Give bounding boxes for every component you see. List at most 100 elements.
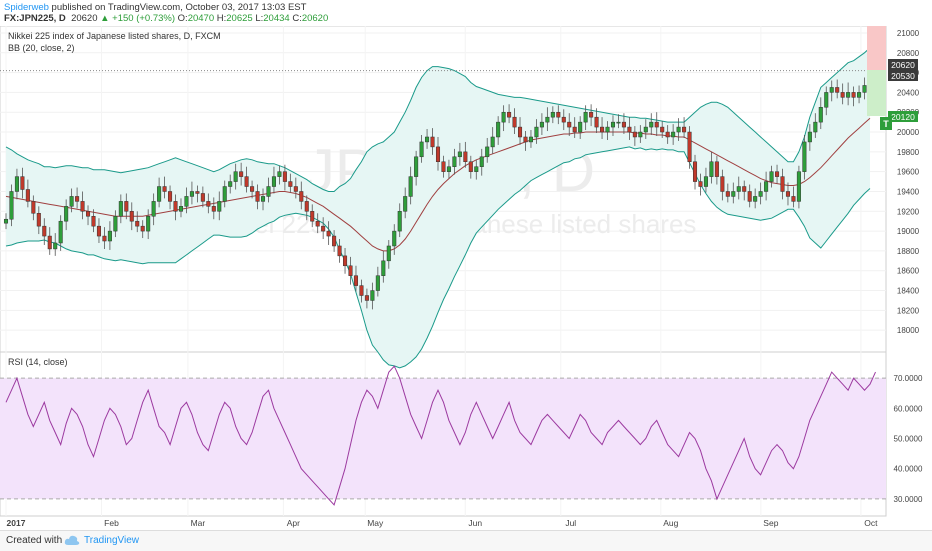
candle-body <box>403 196 408 212</box>
candle-body <box>364 295 369 301</box>
candle-body <box>31 201 36 214</box>
author-link[interactable]: Spiderweb <box>4 2 49 13</box>
candle-body <box>512 116 517 128</box>
candle-body <box>731 191 736 197</box>
candle-body <box>835 87 840 93</box>
candle-body <box>20 176 25 190</box>
candle-body <box>228 181 233 187</box>
candle-body <box>720 176 725 192</box>
candle-body <box>91 215 96 227</box>
candle-body <box>64 206 69 222</box>
candle-body <box>463 151 468 163</box>
time-tick-label: Feb <box>104 518 119 528</box>
time-axis[interactable]: 2017 Feb Mar Apr May Jun Jul Aug Sep Oct <box>7 518 879 528</box>
candle-body <box>813 121 818 133</box>
candle-body <box>3 218 9 224</box>
candle-body <box>840 92 845 98</box>
target-zone-top <box>867 26 886 70</box>
time-tick-label: 2017 <box>7 518 26 528</box>
candle-body <box>206 201 211 207</box>
price-tick-label: 18200 <box>897 306 920 315</box>
candle-body <box>96 225 101 237</box>
candle-body <box>649 121 654 128</box>
time-tick-label: Aug <box>663 518 678 528</box>
candle-body <box>69 196 74 207</box>
candle-body <box>397 211 402 232</box>
candle-body <box>457 151 462 158</box>
candle-body <box>129 211 134 222</box>
candle-body <box>485 146 490 158</box>
candle-body <box>157 186 162 202</box>
candle-body <box>643 126 648 133</box>
price-tick-label: 18400 <box>897 287 920 296</box>
candle-body <box>567 121 572 128</box>
price-tick-label: 19200 <box>897 207 920 216</box>
candle-body <box>780 176 785 192</box>
time-tick-label: Jul <box>565 518 576 528</box>
candle-body <box>113 215 118 232</box>
candle-body <box>239 171 244 177</box>
price-tick-label: 20800 <box>897 49 920 58</box>
candle-body <box>184 196 189 207</box>
candle-body <box>293 186 298 192</box>
candle-body <box>545 116 550 123</box>
last-price: 20620 <box>71 13 98 24</box>
price-tick-label: 19000 <box>897 227 920 236</box>
candle-body <box>479 156 484 167</box>
candle-body <box>425 136 430 143</box>
time-tick-label: May <box>367 518 384 528</box>
candle-body <box>310 211 315 222</box>
candle-body <box>452 156 457 167</box>
candle-body <box>102 235 107 242</box>
candle-body <box>692 161 698 182</box>
candle-body <box>107 230 112 242</box>
candle-body <box>168 191 173 202</box>
candle-body <box>414 156 419 177</box>
candle-body <box>260 196 266 202</box>
candle-body <box>343 255 348 267</box>
time-tick-label: Mar <box>191 518 206 528</box>
candle-body <box>348 265 353 276</box>
candle-body <box>703 176 708 187</box>
candle-body <box>353 275 358 286</box>
open-value: 20470 <box>187 13 215 24</box>
candle-body <box>857 92 862 98</box>
chart-canvas[interactable]: JPN225, D Nikkei 225 index of Japanese l… <box>0 26 932 530</box>
candle-body <box>271 176 276 187</box>
candle-body <box>151 201 156 217</box>
candle-body <box>124 201 129 212</box>
rsi-tick-label: 70.0000 <box>894 374 923 383</box>
candle-body <box>408 176 413 197</box>
candle-body <box>282 171 287 182</box>
candle-body <box>14 176 19 192</box>
candle-body <box>796 171 801 202</box>
candle-body <box>42 225 47 237</box>
tradingview-link[interactable]: TradingView <box>84 535 139 546</box>
candle-body <box>266 186 271 197</box>
close-label: C: <box>292 13 302 24</box>
candle-body <box>381 260 386 276</box>
candle-body <box>556 111 561 118</box>
candle-body <box>244 176 249 187</box>
publish-info: published on TradingView.com, October 03… <box>48 2 307 13</box>
candle-body <box>419 141 424 158</box>
candle-body <box>490 136 495 148</box>
candle-body <box>616 121 621 124</box>
trade-flag-text: T <box>883 119 889 129</box>
candle-body <box>162 186 167 192</box>
rsi-axis[interactable]: 70.0000 60.0000 50.0000 40.0000 30.0000 <box>894 374 923 504</box>
candle-body <box>58 220 63 244</box>
candle-body <box>468 161 473 172</box>
rsi-tick-label: 50.0000 <box>894 435 923 444</box>
candle-body <box>359 285 364 296</box>
candle-body <box>698 181 703 187</box>
candle-body <box>299 191 304 202</box>
price-tick-label: 20400 <box>897 88 920 97</box>
candle-body <box>632 131 637 138</box>
candle-body <box>605 126 610 133</box>
candle-body <box>386 245 391 262</box>
candle-body <box>277 171 282 177</box>
candle-body <box>189 191 194 197</box>
candle-body <box>25 189 30 202</box>
candle-body <box>474 166 479 172</box>
